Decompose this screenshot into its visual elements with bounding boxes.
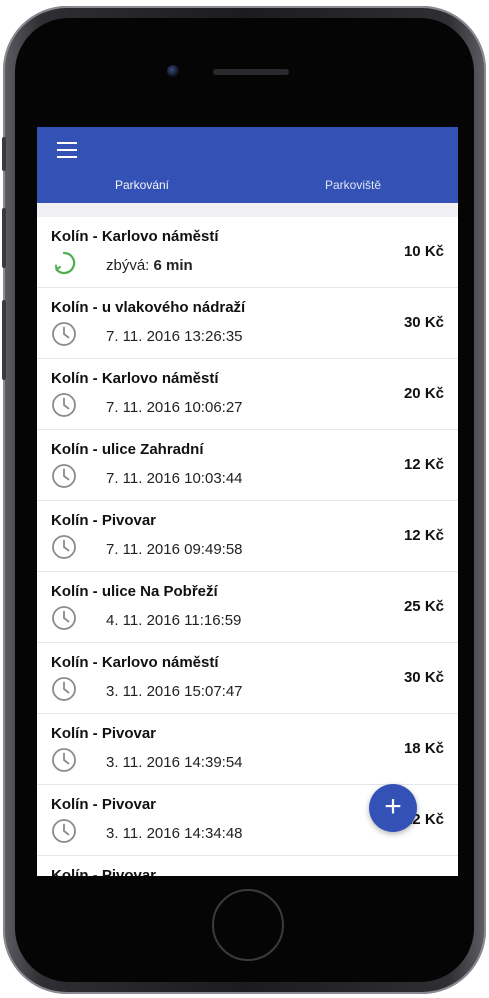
plus-icon: + — [384, 790, 402, 823]
row-datetime: 7. 11. 2016 10:03:44 — [106, 470, 243, 487]
row-datetime: 3. 11. 2016 14:39:54 — [106, 754, 243, 771]
row-title: Kolín - Karlovo náměstí — [51, 370, 219, 387]
row-price: 30 Kč — [403, 669, 444, 686]
clock-icon — [52, 393, 76, 417]
row-datetime: 4. 11. 2016 11:16:59 — [106, 612, 242, 629]
active-parking-row[interactable]: Kolín - Karlovo náměstí zbývá: 6 min 10 … — [37, 217, 458, 288]
row-datetime: 7. 11. 2016 09:49:58 — [106, 541, 243, 558]
row-datetime: 3. 11. 2016 14:34:48 — [106, 825, 243, 842]
remaining-time: zbývá: 6 min — [106, 257, 193, 274]
clock-icon — [52, 606, 76, 630]
history-row[interactable]: Kolín - Pivovar 3. 11. 2016 14:39:54 18 … — [37, 714, 458, 785]
cutoff-row-title: Kolín - Pivovar — [51, 867, 157, 876]
row-title: Kolín - Karlovo náměstí — [51, 654, 219, 671]
earpiece-speaker — [213, 69, 289, 75]
clock-icon — [52, 819, 76, 843]
list-top-gap — [37, 203, 458, 217]
history-row[interactable]: Kolín - ulice Na Pobřeží 4. 11. 2016 11:… — [37, 572, 458, 643]
history-row[interactable]: Kolín - u vlakového nádraží 7. 11. 2016 … — [37, 288, 458, 359]
history-row[interactable]: Kolín - Karlovo náměstí 3. 11. 2016 15:0… — [37, 643, 458, 714]
row-datetime: 7. 11. 2016 13:26:35 — [106, 328, 243, 345]
menu-icon[interactable] — [57, 142, 77, 158]
row-price: 20 Kč — [403, 385, 444, 402]
row-title: Kolín - ulice Na Pobřeží — [51, 583, 218, 600]
parking-list: Kolín - Karlovo náměstí zbývá: 6 min 10 … — [37, 217, 458, 856]
row-price: 18 Kč — [403, 740, 444, 757]
home-button[interactable] — [212, 889, 284, 961]
clock-icon — [52, 464, 76, 488]
remaining-label: zbývá: — [106, 257, 150, 274]
row-price: 12 Kč — [403, 456, 444, 473]
row-price: 10 Kč — [403, 243, 444, 260]
volume-down-button — [2, 300, 6, 380]
clock-icon — [52, 535, 76, 559]
front-camera — [167, 65, 179, 77]
clock-icon — [52, 322, 76, 346]
history-row[interactable]: Kolín - Karlovo náměstí 7. 11. 2016 10:0… — [37, 359, 458, 430]
volume-up-button — [2, 208, 6, 268]
row-title: Kolín - Pivovar — [51, 725, 157, 742]
clock-icon — [52, 677, 76, 701]
history-row[interactable]: Kolín - Pivovar 7. 11. 2016 09:49:58 12 … — [37, 501, 458, 572]
row-title: Kolín - Pivovar — [51, 796, 157, 813]
add-parking-button[interactable]: + — [369, 784, 417, 832]
row-price: 12 Kč — [403, 527, 444, 544]
remaining-value: 6 min — [153, 257, 193, 274]
app-bar: Parkování Parkoviště — [37, 127, 458, 203]
tab-parkoviste[interactable]: Parkoviště — [303, 178, 403, 198]
row-price: 25 Kč — [403, 598, 444, 615]
row-title: Kolín - Karlovo náměstí — [51, 228, 219, 245]
row-title: Kolín - u vlakového nádraží — [51, 299, 246, 316]
row-title: Kolín - Pivovar — [51, 512, 157, 529]
app-screen: Parkování Parkoviště Kolín - Karlovo nám… — [37, 127, 458, 876]
history-row[interactable]: Kolín - ulice Zahradní 7. 11. 2016 10:03… — [37, 430, 458, 501]
row-price: 30 Kč — [403, 314, 444, 331]
row-title: Kolín - ulice Zahradní — [51, 441, 204, 458]
mute-switch — [2, 137, 6, 171]
progress-ring-icon — [55, 251, 76, 275]
row-datetime: 3. 11. 2016 15:07:47 — [106, 683, 243, 700]
tab-parkovani[interactable]: Parkování — [97, 178, 187, 198]
clock-icon — [52, 748, 76, 772]
row-datetime: 7. 11. 2016 10:06:27 — [106, 399, 243, 416]
